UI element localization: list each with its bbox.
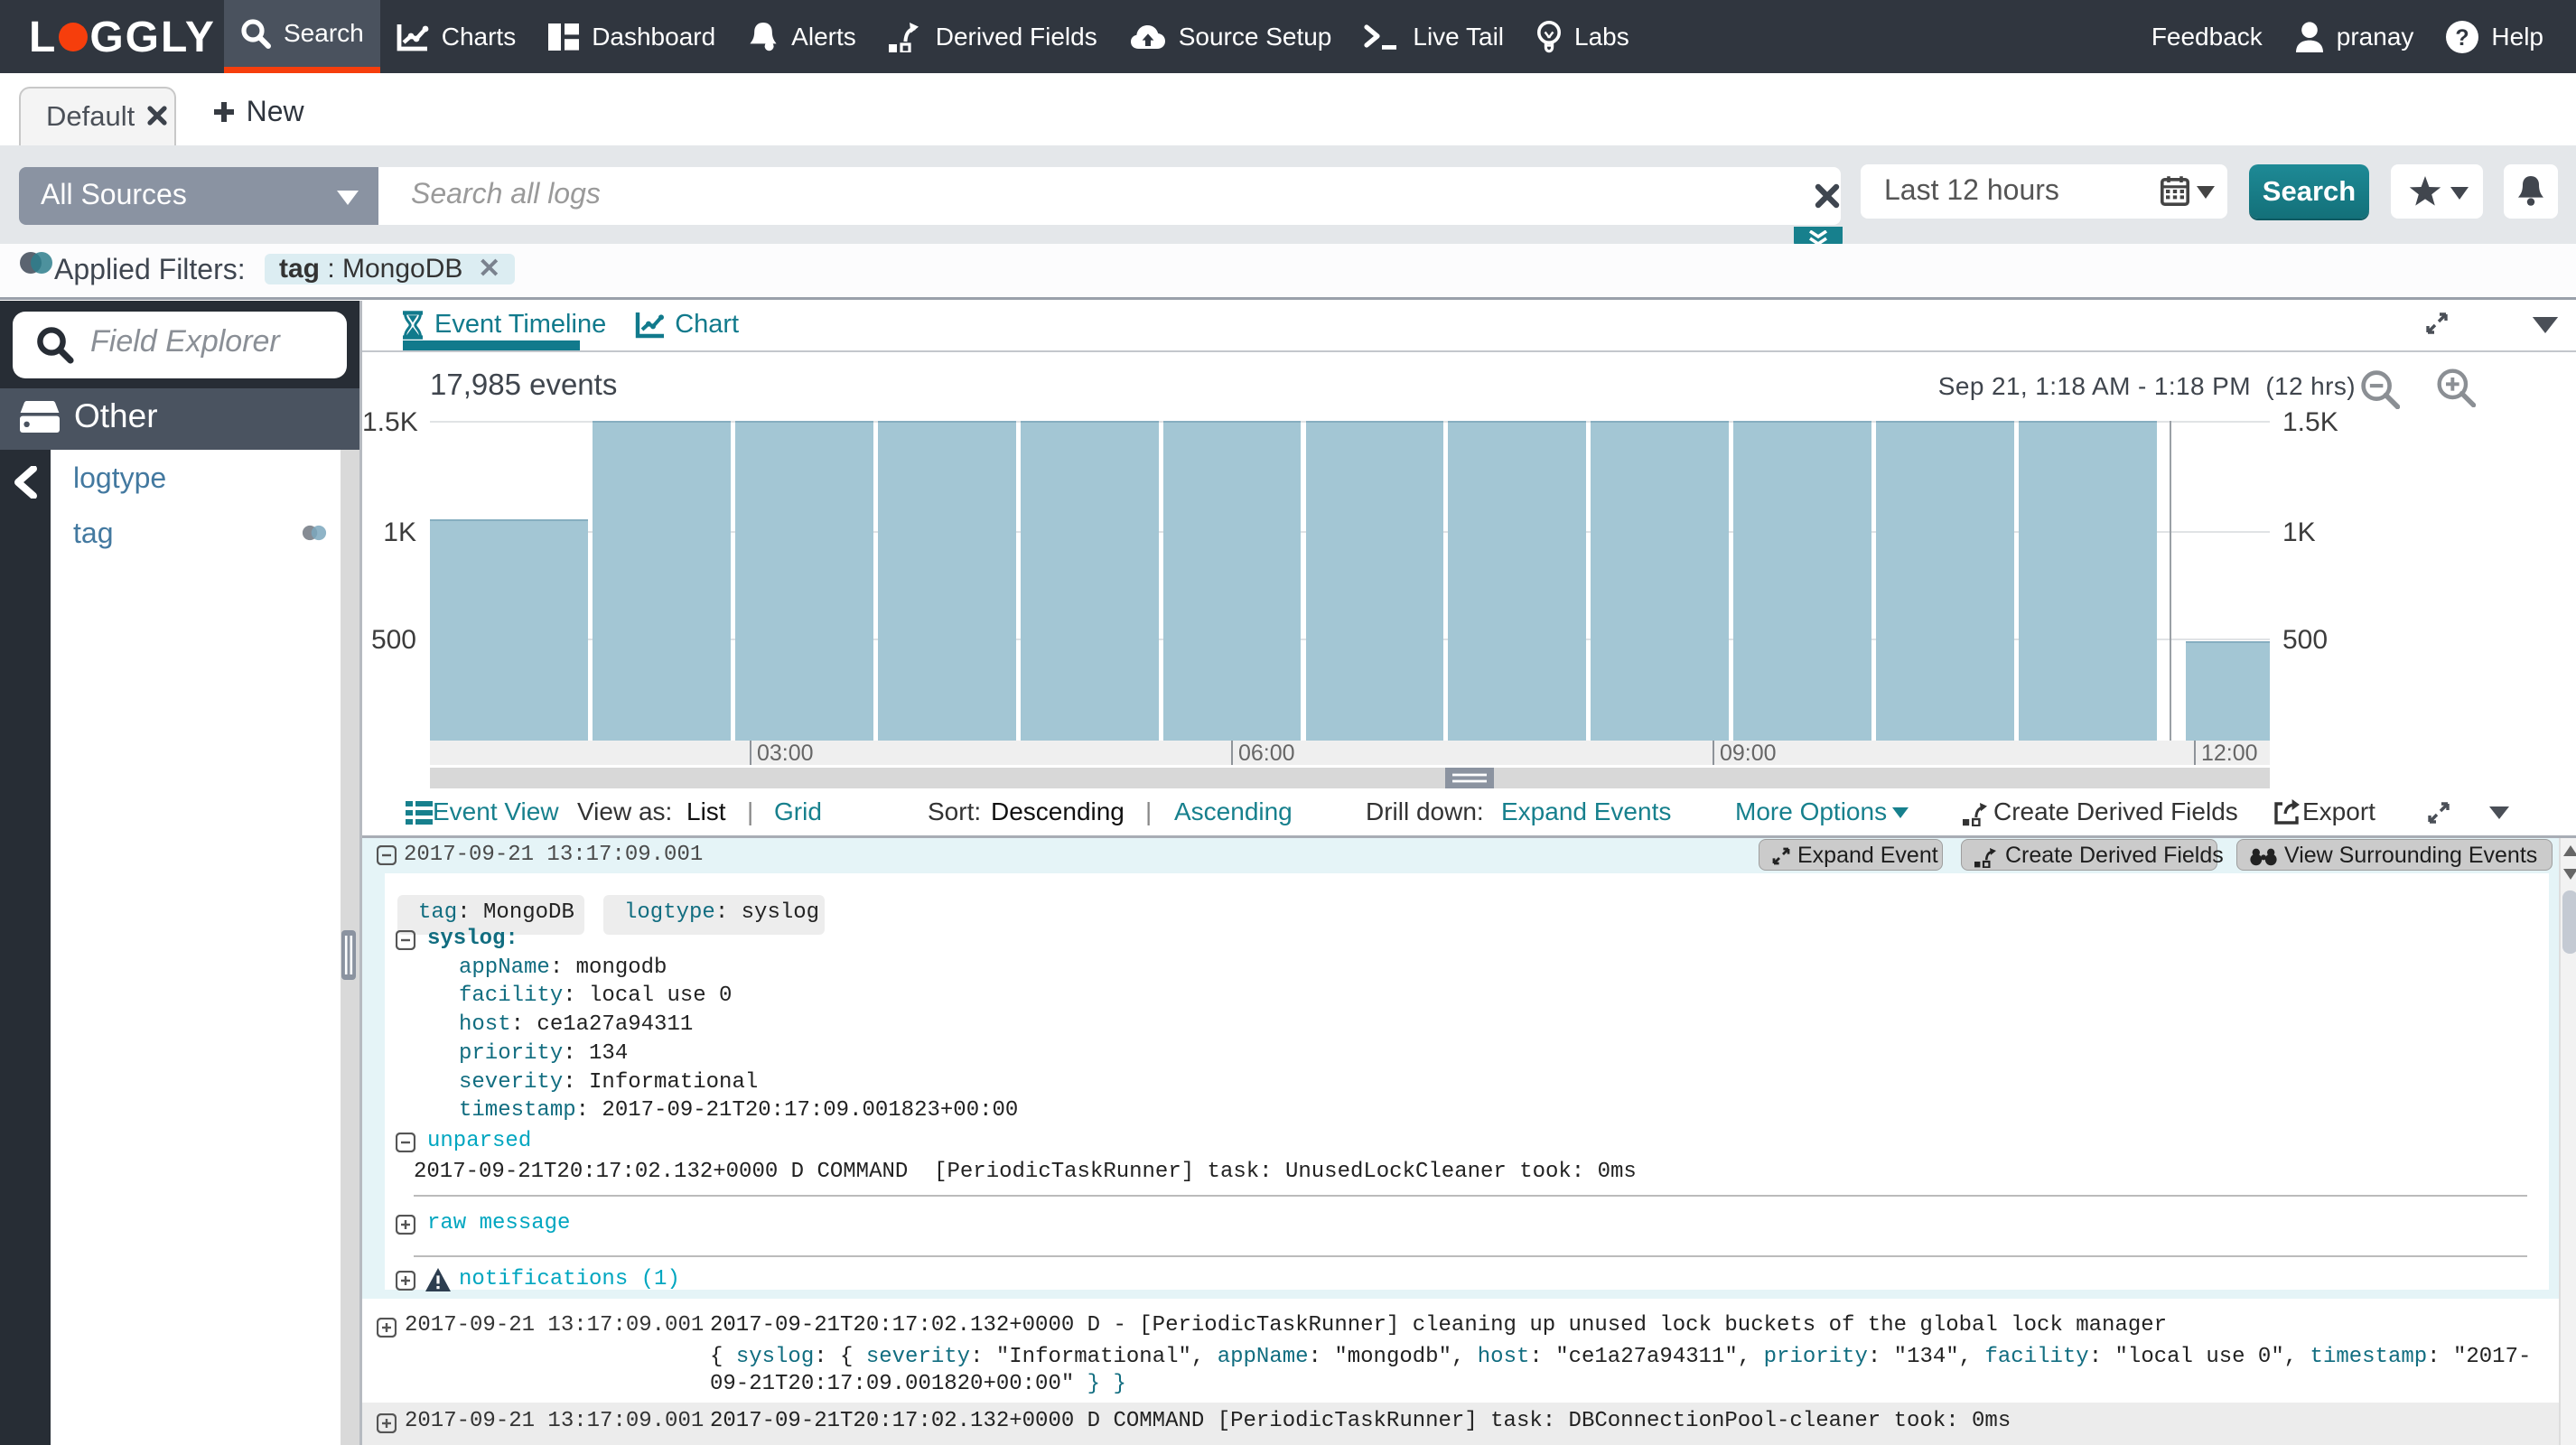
svg-text:?: ?: [2456, 24, 2469, 50]
